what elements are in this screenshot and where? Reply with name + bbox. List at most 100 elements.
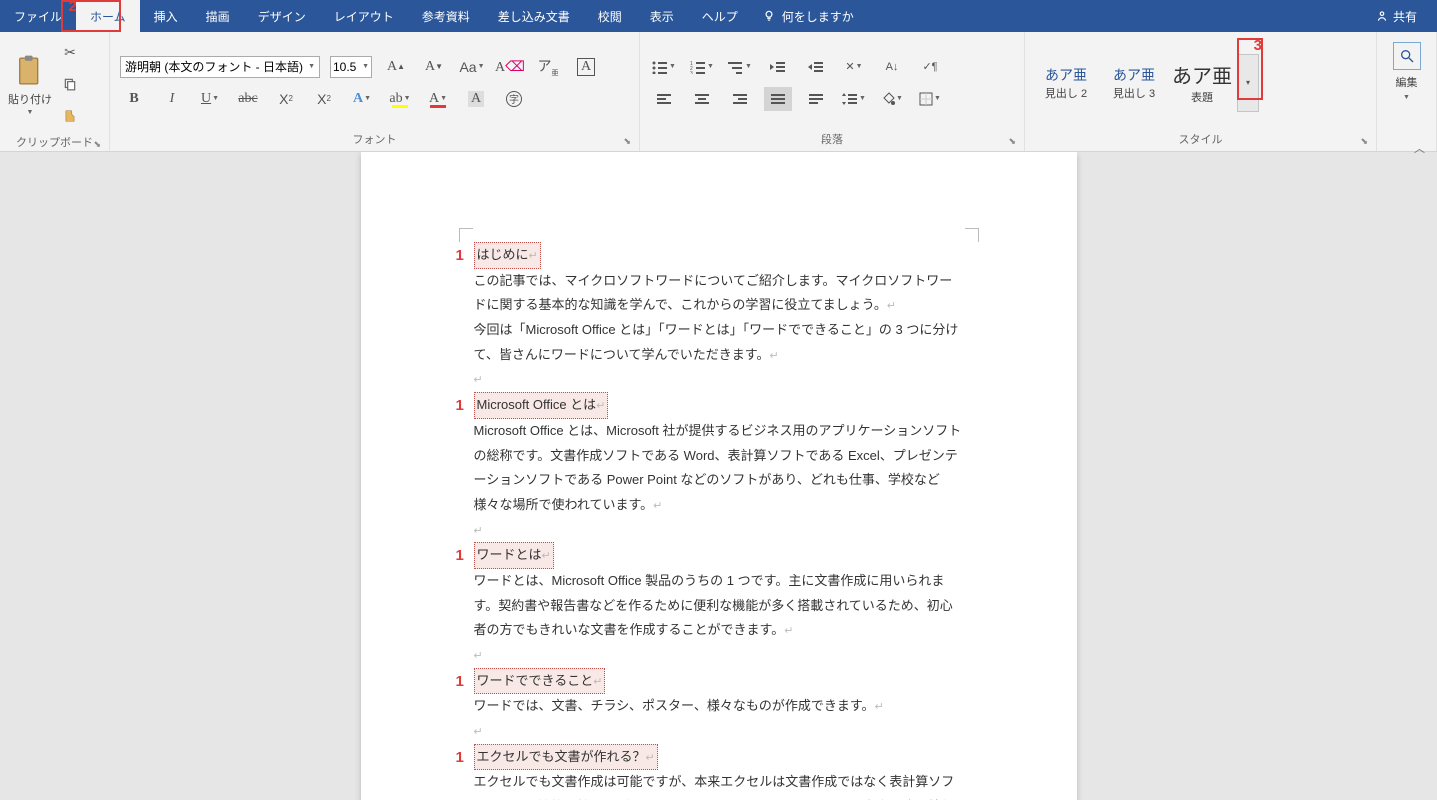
subscript-button[interactable]: X2: [272, 87, 300, 111]
caret-down-icon: ▼: [362, 63, 369, 70]
scissors-icon: ✂: [64, 44, 76, 61]
find-button[interactable]: [1393, 42, 1421, 70]
tab-help[interactable]: ヘルプ: [688, 0, 752, 32]
tellme-search[interactable]: 何をしますか: [762, 8, 854, 25]
borders-button[interactable]: ▼: [916, 87, 944, 111]
tab-insert[interactable]: 挿入: [140, 0, 192, 32]
doc-blank[interactable]: ↵: [474, 643, 964, 668]
shading-button[interactable]: ▼: [878, 87, 906, 111]
tab-draw[interactable]: 描画: [192, 0, 244, 32]
character-shading-button[interactable]: A: [462, 87, 490, 111]
lightbulb-icon: [762, 9, 776, 23]
paste-button[interactable]: 貼り付け ▼: [8, 53, 52, 116]
numbering-button[interactable]: 123▼: [688, 55, 716, 79]
format-painter-button[interactable]: [56, 104, 84, 128]
style-title[interactable]: あア亜表題: [1169, 54, 1235, 112]
style-heading2[interactable]: あア亜見出し 2: [1033, 54, 1099, 112]
distributed-button[interactable]: [802, 87, 830, 111]
italic-button[interactable]: I: [158, 87, 186, 111]
align-justify-button[interactable]: [764, 87, 792, 111]
tab-layout[interactable]: レイアウト: [320, 0, 408, 32]
strikethrough-button[interactable]: abc: [234, 87, 262, 111]
annotation-1: 1: [456, 242, 464, 271]
tab-review[interactable]: 校閲: [584, 0, 636, 32]
chevron-up-icon: ︿: [1414, 143, 1425, 155]
align-right-button[interactable]: [726, 87, 754, 111]
doc-paragraph[interactable]: Microsoft Office とは、Microsoft 社が提供するビジネス…: [474, 419, 964, 518]
superscript-button[interactable]: X2: [310, 87, 338, 111]
multilevel-list-button[interactable]: ▼: [726, 55, 754, 79]
font-name-select[interactable]: 游明朝 (本文のフォント - 日本語)▼: [120, 56, 320, 78]
doc-paragraph[interactable]: 今回は「Microsoft Office とは」「ワードとは」「ワードでできるこ…: [474, 318, 964, 367]
font-size-select[interactable]: 10.5▼: [330, 56, 372, 78]
align-center-button[interactable]: [688, 87, 716, 111]
annotation-1: 1: [456, 744, 464, 773]
doc-paragraph[interactable]: この記事では、マイクロソフトワードについてご紹介します。マイクロソフトワードに関…: [474, 269, 964, 318]
shrink-font-button[interactable]: A▼: [420, 55, 448, 79]
doc-heading[interactable]: エクセルでも文書が作れる？↵: [474, 744, 658, 771]
sort-button[interactable]: A↓: [878, 55, 906, 79]
bullets-icon: [652, 60, 668, 74]
text-effects-button[interactable]: A▼: [348, 87, 376, 111]
doc-paragraph[interactable]: ワードとは、Microsoft Office 製品のうちの 1 つです。主に文書…: [474, 569, 964, 643]
doc-heading[interactable]: はじめに↵: [474, 242, 541, 269]
doc-blank[interactable]: ↵: [474, 367, 964, 392]
collapse-ribbon-button[interactable]: ︿: [1414, 140, 1425, 156]
style-heading3[interactable]: あア亜見出し 3: [1101, 54, 1167, 112]
group-font: 游明朝 (本文のフォント - 日本語)▼ 10.5▼ A▲ A▼ Aa▼ A⌫ …: [110, 32, 640, 151]
align-left-button[interactable]: [650, 87, 678, 111]
phonetic-guide-button[interactable]: ア亜: [534, 55, 562, 79]
cut-button[interactable]: ✂: [56, 40, 84, 64]
border-icon: [919, 92, 933, 106]
enclose-characters-button[interactable]: 字: [500, 87, 528, 111]
outdent-icon: [770, 60, 786, 74]
document-workspace[interactable]: 1 はじめに↵ この記事では、マイクロソフトワードについてご紹介します。マイクロソ…: [0, 152, 1437, 800]
caret-down-icon: ▼: [27, 109, 34, 116]
font-launcher[interactable]: ⬊: [623, 136, 631, 147]
share-button[interactable]: 共有: [1375, 8, 1417, 25]
pilcrow-icon: ✓¶: [922, 60, 937, 73]
tab-references[interactable]: 参考資料: [408, 0, 484, 32]
line-spacing-icon: [842, 92, 858, 106]
tab-view[interactable]: 表示: [636, 0, 688, 32]
annotation-1: 1: [456, 542, 464, 571]
tab-mailings[interactable]: 差し込み文書: [484, 0, 584, 32]
eraser-icon: A⌫: [495, 58, 525, 76]
caret-down-icon: ▼: [1403, 94, 1410, 101]
doc-heading[interactable]: ワードでできること↵: [474, 668, 606, 695]
underline-button[interactable]: U▼: [196, 87, 224, 111]
decrease-indent-button[interactable]: [764, 55, 792, 79]
bold-button[interactable]: B: [120, 87, 148, 111]
highlight-button[interactable]: ab▼: [386, 87, 414, 111]
increase-indent-button[interactable]: [802, 55, 830, 79]
copy-icon: [63, 77, 77, 91]
group-paragraph: ▼ 123▼ ▼ ✕▼ A↓ ✓¶ ▼ ▼ ▼ 段落⬊: [640, 32, 1025, 151]
asian-layout-button[interactable]: ✕▼: [840, 55, 868, 79]
bullets-button[interactable]: ▼: [650, 55, 678, 79]
doc-heading[interactable]: Microsoft Office とは↵: [474, 392, 609, 419]
styles-more-button[interactable]: ▾ 3: [1237, 54, 1259, 112]
grow-font-button[interactable]: A▲: [382, 55, 410, 79]
svg-text:3: 3: [690, 71, 693, 74]
doc-paragraph[interactable]: ワードでは、文書、チラシ、ポスター、様々なものが作成できます。↵: [474, 694, 964, 719]
line-spacing-button[interactable]: ▼: [840, 87, 868, 111]
tab-home[interactable]: ホーム: [76, 0, 140, 32]
copy-button[interactable]: [56, 72, 84, 96]
doc-heading[interactable]: ワードとは↵: [474, 542, 554, 569]
change-case-button[interactable]: Aa▼: [458, 55, 486, 79]
font-color-button[interactable]: A▼: [424, 87, 452, 111]
doc-paragraph[interactable]: エクセルでも文書作成は可能ですが、本来エクセルは文書作成ではなく表計算ソフトとし…: [474, 770, 964, 800]
paragraph-launcher[interactable]: ⬊: [1008, 136, 1016, 147]
tab-design[interactable]: デザイン: [244, 0, 320, 32]
doc-blank[interactable]: ↵: [474, 719, 964, 744]
tab-file[interactable]: ファイル 2: [0, 0, 76, 32]
caret-down-icon: ▾: [1246, 78, 1250, 87]
styles-launcher[interactable]: ⬊: [1360, 136, 1368, 147]
paste-icon: [14, 53, 46, 89]
character-border-button[interactable]: A: [572, 55, 600, 79]
clipboard-launcher[interactable]: ⬊: [93, 139, 101, 150]
show-marks-button[interactable]: ✓¶: [916, 55, 944, 79]
group-clipboard: 貼り付け ▼ ✂ クリップボード⬊: [0, 32, 110, 151]
clear-formatting-button[interactable]: A⌫: [496, 55, 524, 79]
doc-blank[interactable]: ↵: [474, 518, 964, 543]
